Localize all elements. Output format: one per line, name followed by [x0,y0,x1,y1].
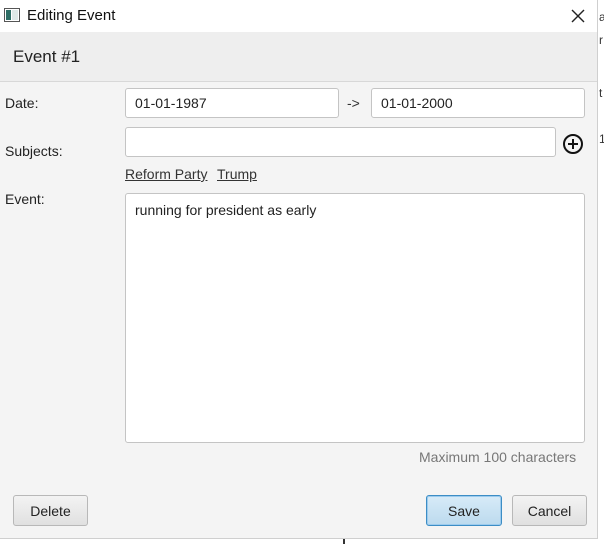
character-limit-hint: Maximum 100 characters [419,449,577,465]
subjects-input[interactable] [125,127,556,157]
background-window-edge [597,0,604,544]
background-char: t [599,86,603,100]
date-label: Date: [5,95,39,111]
subject-link-trump[interactable]: Trump [217,166,257,182]
date-from-field[interactable] [125,88,339,118]
close-icon[interactable] [565,3,591,29]
window-title: Editing Event [27,7,116,24]
event-title: Event #1 [13,47,81,66]
subject-link-reform-party[interactable]: Reform Party [125,166,207,182]
window-icon [4,8,20,22]
event-label: Event: [5,191,45,207]
date-to-field[interactable] [371,88,585,118]
subjects-label: Subjects: [5,143,63,159]
add-circle-icon[interactable] [561,132,585,156]
editing-event-dialog: Editing Event Event #1 Date: -> Subjects… [0,0,598,539]
dialog-header: Event #1 [0,32,597,82]
background-char: 1 [599,132,604,146]
date-range-separator: -> [347,95,360,111]
save-button[interactable]: Save [426,495,502,526]
background-char: a [599,10,604,24]
title-bar: Editing Event [0,0,597,32]
event-text-area[interactable]: running for president as early [125,193,585,443]
cancel-button[interactable]: Cancel [512,495,587,526]
delete-button[interactable]: Delete [13,495,88,526]
background-char: r [599,33,603,47]
